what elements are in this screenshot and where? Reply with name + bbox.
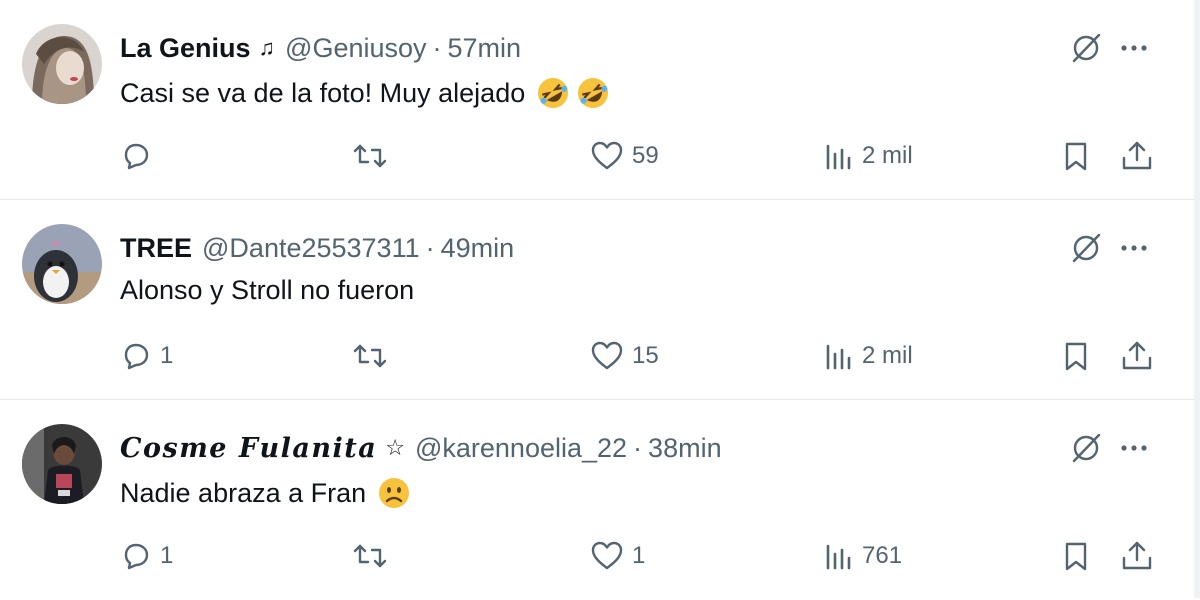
views-button[interactable]: 2 mil — [824, 138, 913, 174]
display-name[interactable]: TREE — [120, 233, 192, 264]
reply-count: 1 — [160, 542, 174, 569]
avatar[interactable] — [22, 24, 102, 104]
grok-icon[interactable] — [1068, 430, 1104, 466]
more-icon[interactable] — [1116, 230, 1152, 266]
reply-icon — [124, 143, 149, 170]
reply-icon — [124, 543, 149, 570]
retweet-button[interactable] — [352, 538, 396, 574]
heart-icon — [591, 341, 623, 370]
user-handle[interactable]: @Geniusoy — [285, 33, 426, 64]
like-count: 59 — [632, 142, 659, 169]
more-icon[interactable] — [1116, 430, 1152, 466]
bookmark-button[interactable] — [1060, 138, 1092, 174]
views-button[interactable]: 761 — [824, 538, 902, 574]
tweet-header: TREE @Dante25537311 · 49min — [120, 230, 514, 266]
tweet[interactable]: TREE @Dante25537311 · 49min Alonso y Str… — [0, 200, 1194, 400]
share-icon — [1122, 341, 1152, 370]
like-count: 1 — [632, 542, 646, 569]
music-note-icon: ♫ — [258, 35, 276, 60]
reply-button[interactable] — [120, 138, 160, 174]
retweet-button[interactable] — [352, 138, 396, 174]
bookmark-button[interactable] — [1060, 338, 1092, 374]
views-icon — [826, 544, 851, 570]
share-icon — [1122, 541, 1152, 570]
rolling-on-floor-laughing-emoji — [575, 75, 611, 111]
avatar[interactable] — [22, 424, 102, 504]
grok-icon[interactable] — [1068, 230, 1104, 266]
slightly-frowning-face-emoji — [376, 475, 412, 511]
reply-button[interactable]: 1 — [120, 538, 173, 574]
views-icon — [826, 344, 851, 370]
reply-count: 1 — [160, 342, 174, 369]
more-icon[interactable] — [1116, 30, 1152, 66]
share-icon — [1122, 141, 1152, 170]
star-icon: ☆ — [385, 435, 405, 460]
tweet-header: 𝑪𝒐𝒔𝒎𝒆 𝑭𝒖𝒍𝒂𝒏𝒊𝒕𝒂 ☆ @karennoelia_22 · 38min — [120, 430, 722, 466]
tweet[interactable]: 𝑪𝒐𝒔𝒎𝒆 𝑭𝒖𝒍𝒂𝒏𝒊𝒕𝒂 ☆ @karennoelia_22 · 38min… — [0, 400, 1194, 600]
share-button[interactable] — [1120, 538, 1154, 574]
views-button[interactable]: 2 mil — [824, 338, 913, 374]
separator-dot: · — [633, 432, 643, 463]
view-count: 2 mil — [862, 342, 913, 369]
timestamp[interactable]: 57min — [448, 33, 522, 64]
like-count: 15 — [632, 342, 659, 369]
bookmark-icon — [1065, 542, 1087, 571]
avatar[interactable] — [22, 224, 102, 304]
bookmark-icon — [1065, 142, 1087, 171]
heart-icon — [591, 541, 623, 570]
separator-dot: · — [432, 32, 442, 63]
views-icon — [826, 144, 851, 170]
retweet-icon — [353, 144, 387, 168]
timestamp[interactable]: 49min — [441, 233, 515, 264]
bookmark-button[interactable] — [1060, 538, 1092, 574]
tweet-text: Casi se va de la foto! Muy alejado — [120, 75, 611, 111]
tweet-text-body: Casi se va de la foto! Muy alejado — [120, 77, 526, 108]
retweet-icon — [353, 544, 387, 568]
tweet-text: Nadie abraza a Fran — [120, 475, 412, 511]
timestamp[interactable]: 38min — [648, 433, 722, 464]
tweet-header: La Genius ♫ @Geniusoy · 57min — [120, 30, 521, 66]
reply-button[interactable]: 1 — [120, 338, 173, 374]
retweet-icon — [353, 344, 387, 368]
user-handle[interactable]: @karennoelia_22 — [415, 433, 627, 464]
tweet-text-body: Nadie abraza a Fran — [120, 477, 367, 508]
bookmark-icon — [1065, 342, 1087, 371]
display-name[interactable]: 𝑪𝒐𝒔𝒎𝒆 𝑭𝒖𝒍𝒂𝒏𝒊𝒕𝒂 — [120, 433, 377, 464]
like-button[interactable]: 1 — [590, 538, 645, 574]
display-name[interactable]: La Genius — [120, 33, 251, 64]
like-button[interactable]: 15 — [590, 338, 659, 374]
grok-icon[interactable] — [1068, 30, 1104, 66]
view-count: 2 mil — [862, 142, 913, 169]
reply-icon — [124, 343, 149, 370]
rolling-on-floor-laughing-emoji — [535, 75, 571, 111]
like-button[interactable]: 59 — [590, 138, 659, 174]
tweet-text: Alonso y Stroll no fueron — [120, 275, 414, 306]
user-handle[interactable]: @Dante25537311 — [202, 233, 420, 264]
retweet-button[interactable] — [352, 338, 396, 374]
separator-dot: · — [425, 232, 435, 263]
tweet-text-body: Alonso y Stroll no fueron — [120, 275, 415, 305]
heart-icon — [591, 141, 623, 170]
view-count: 761 — [862, 542, 903, 569]
tweet[interactable]: La Genius ♫ @Geniusoy · 57min Casi se va… — [0, 0, 1194, 200]
share-button[interactable] — [1120, 338, 1154, 374]
share-button[interactable] — [1120, 138, 1154, 174]
scrollbar-track[interactable] — [1194, 0, 1200, 598]
